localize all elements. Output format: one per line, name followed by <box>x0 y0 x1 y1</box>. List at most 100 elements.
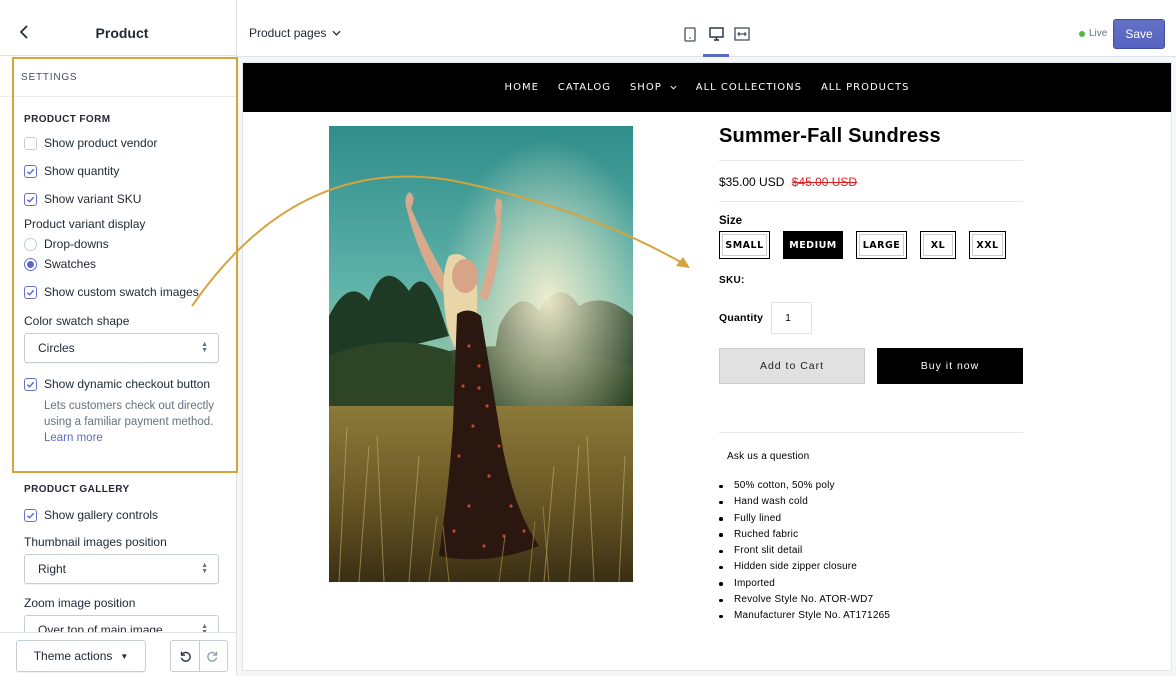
buy-it-now-button[interactable]: Buy it now <box>877 348 1023 384</box>
purchase-buttons: Add to Cart Buy it now <box>719 348 1023 384</box>
zoom-position-select[interactable]: Over top of main image ▲▼ <box>24 615 219 632</box>
divider <box>719 201 1023 202</box>
checkmark-icon <box>26 168 35 175</box>
show-quantity-label: Show quantity <box>44 164 120 178</box>
swatch-shape-value: Circles <box>38 341 75 355</box>
swatches-radio[interactable] <box>24 257 37 271</box>
store-navigation: HOME CATALOG SHOP ALL COLLECTIONS ALL PR… <box>243 63 1171 112</box>
size-swatch-small[interactable]: SMALL <box>719 231 770 259</box>
list-item: Ruched fabric <box>719 527 1023 543</box>
checkmark-icon <box>26 512 35 519</box>
nav-home[interactable]: HOME <box>505 82 539 93</box>
quantity-row: Quantity 1 <box>719 302 1023 334</box>
size-swatches: SMALL MEDIUM LARGE XL XXL <box>719 231 1023 259</box>
chevron-down-icon <box>332 30 341 36</box>
thumbnail-position-select[interactable]: Right ▲ ▼ <box>24 554 219 584</box>
select-arrows-icon: ▲▼ <box>201 562 208 575</box>
show-vendor-checkbox-row[interactable]: Show product vendor <box>0 129 236 157</box>
show-sku-label: Show variant SKU <box>44 192 142 206</box>
size-swatch-xl[interactable]: XL <box>920 231 956 259</box>
size-swatch-large[interactable]: LARGE <box>856 231 907 259</box>
sidebar: Product SETTINGS PRODUCT FORM Show produ… <box>0 0 237 676</box>
variant-display-option-swatches[interactable]: Swatches <box>0 254 236 274</box>
add-to-cart-button[interactable]: Add to Cart <box>719 348 865 384</box>
list-item: Fully lined <box>719 511 1023 527</box>
redo-icon <box>207 651 218 662</box>
page-type-dropdown[interactable]: Product pages <box>249 26 341 40</box>
ask-question-link[interactable]: Ask us a question <box>719 451 1023 462</box>
checkmark-icon <box>26 381 35 388</box>
list-item: Imported <box>719 576 1023 592</box>
list-item: Manufacturer Style No. AT171265 <box>719 608 1023 624</box>
fullscreen-view-button[interactable] <box>729 22 755 46</box>
desktop-icon <box>708 27 724 41</box>
page-type-label: Product pages <box>249 26 327 40</box>
product-gallery-heading: PRODUCT GALLERY <box>24 484 130 495</box>
custom-swatch-checkbox[interactable] <box>24 285 37 299</box>
checkmark-icon <box>26 289 35 296</box>
list-item: Hand wash cold <box>719 494 1023 510</box>
nav-shop[interactable]: SHOP <box>630 82 677 93</box>
live-label: Live <box>1089 28 1108 39</box>
editor-topbar: Product pages Live Save <box>237 0 1176 57</box>
sidebar-header: Product <box>0 0 236 56</box>
device-switcher <box>677 22 755 57</box>
mobile-view-button[interactable] <box>677 22 703 46</box>
save-button[interactable]: Save <box>1113 19 1165 49</box>
desktop-view-button[interactable] <box>703 22 729 57</box>
dynamic-checkout-help-text: Lets customers check out directly using … <box>44 400 215 428</box>
nav-catalog[interactable]: CATALOG <box>558 82 611 93</box>
product-info: Summer-Fall Sundress $35.00 USD $45.00 U… <box>719 125 1023 625</box>
list-item: Revolve Style No. ATOR-WD7 <box>719 592 1023 608</box>
redo-button[interactable] <box>198 641 227 671</box>
show-quantity-checkbox-row[interactable]: Show quantity <box>0 157 236 185</box>
show-vendor-checkbox[interactable] <box>24 136 37 150</box>
learn-more-link[interactable]: Learn more <box>44 432 103 444</box>
show-quantity-checkbox[interactable] <box>24 164 37 178</box>
swatches-radio-label: Swatches <box>44 257 97 271</box>
custom-swatch-label: Show custom swatch images <box>44 285 199 299</box>
divider <box>719 432 1023 433</box>
quantity-label: Quantity <box>719 312 764 324</box>
list-item: Front slit detail <box>719 543 1023 559</box>
gallery-controls-checkbox-row[interactable]: Show gallery controls <box>0 501 236 529</box>
fullwidth-icon <box>734 27 750 41</box>
theme-editor: Product SETTINGS PRODUCT FORM Show produ… <box>0 0 1176 676</box>
thumbnail-position-value: Right <box>38 562 67 576</box>
dynamic-checkout-checkbox[interactable] <box>24 377 37 391</box>
undo-icon <box>180 651 191 662</box>
custom-swatch-checkbox-row[interactable]: Show custom swatch images <box>0 278 236 306</box>
zoom-position-value: Over top of main image <box>38 623 163 632</box>
dynamic-checkout-checkbox-row[interactable]: Show dynamic checkout button <box>0 370 236 398</box>
nav-all-collections[interactable]: ALL COLLECTIONS <box>696 82 802 93</box>
variant-display-option-dropdowns[interactable]: Drop-downs <box>0 234 236 254</box>
size-swatch-medium[interactable]: MEDIUM <box>783 231 843 259</box>
dropdowns-radio[interactable] <box>24 237 37 251</box>
gallery-controls-checkbox[interactable] <box>24 508 37 522</box>
compare-at-price: $45.00 USD <box>791 175 858 189</box>
caret-down-icon: ▼ <box>120 651 129 661</box>
show-sku-checkbox-row[interactable]: Show variant SKU <box>0 185 236 213</box>
mobile-icon <box>684 26 696 42</box>
sidebar-title: Product <box>95 25 149 41</box>
show-sku-checkbox[interactable] <box>24 192 37 206</box>
price-row: $35.00 USD $45.00 USD <box>719 175 1023 189</box>
undo-button[interactable] <box>171 641 199 671</box>
size-label: Size <box>719 215 743 227</box>
chevron-down-icon <box>670 85 677 90</box>
quantity-input[interactable]: 1 <box>771 302 813 334</box>
dynamic-checkout-help: Lets customers check out directly using … <box>0 398 236 446</box>
live-status: Live <box>1079 28 1107 39</box>
settings-section-label: SETTINGS <box>0 57 236 97</box>
sidebar-footer: Theme actions ▼ <box>0 632 236 676</box>
sidebar-settings-panel[interactable]: SETTINGS PRODUCT FORM Show product vendo… <box>0 57 236 632</box>
undo-redo-group <box>170 640 228 672</box>
product-features-list: 50% cotton, 50% poly Hand wash cold Full… <box>719 478 1023 625</box>
swatch-shape-select[interactable]: Circles ▲ ▼ <box>24 333 219 363</box>
product-photo-illustration <box>329 126 633 582</box>
size-swatch-xxl[interactable]: XXL <box>969 231 1006 259</box>
product-image[interactable] <box>329 126 633 582</box>
gallery-controls-label: Show gallery controls <box>44 508 159 522</box>
nav-all-products[interactable]: ALL PRODUCTS <box>821 82 909 93</box>
theme-actions-button[interactable]: Theme actions ▼ <box>16 640 146 672</box>
